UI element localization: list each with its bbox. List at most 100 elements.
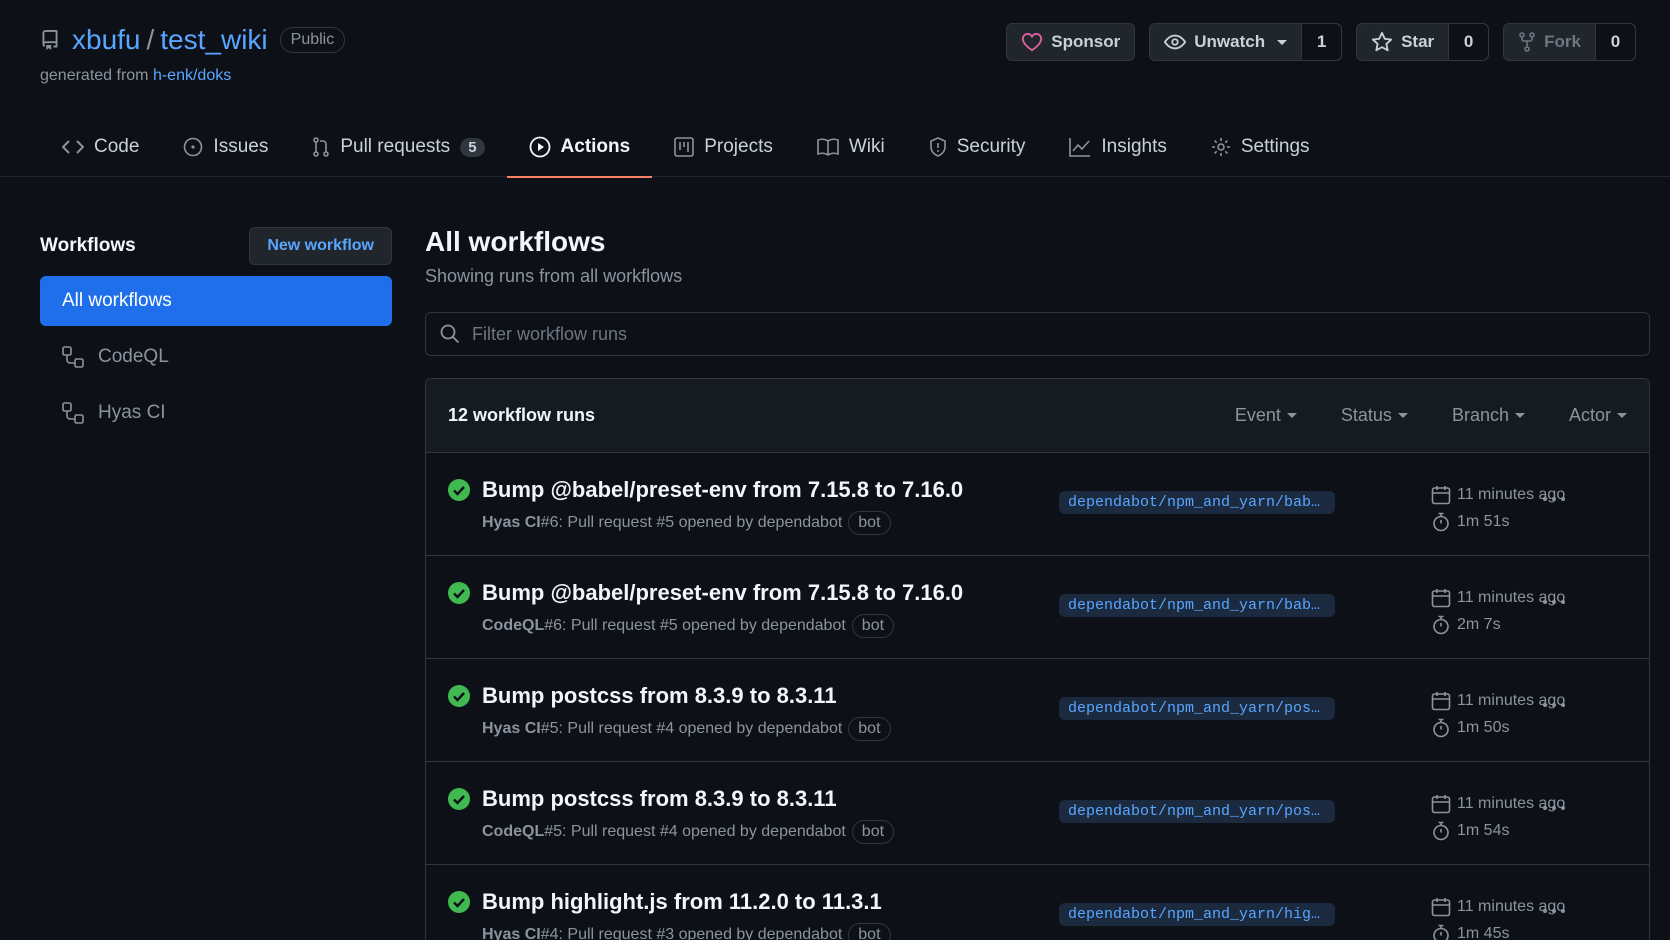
event-filter[interactable]: Event — [1235, 405, 1297, 426]
workflow-run-row[interactable]: Bump postcss from 8.3.9 to 8.3.11 CodeQL… — [426, 762, 1649, 865]
tab-settings[interactable]: Settings — [1189, 117, 1332, 177]
shield-icon — [929, 137, 946, 157]
run-meta: Hyas CI #5: Pull request #4 opened by de… — [482, 717, 891, 741]
repo-title: xbufu / test_wiki Public — [40, 24, 346, 56]
star-label: Star — [1401, 32, 1435, 51]
run-detail: #6: Pull request #5 opened by dependabot — [544, 617, 846, 634]
chevron-down-icon — [1286, 413, 1297, 418]
workflows-sidebar: Workflows New workflow All workflows Cod… — [40, 226, 392, 438]
star-button[interactable]: Star 0 — [1356, 23, 1490, 61]
tab-actions[interactable]: Actions — [506, 117, 653, 178]
repo-action-buttons: Sponsor Unwatch 1 Star 0 Fork 0 — [1006, 23, 1636, 61]
sponsor-button[interactable]: Sponsor — [1006, 23, 1136, 61]
bot-badge: bot — [848, 717, 891, 741]
run-title-link[interactable]: Bump @babel/preset-env from 7.15.8 to 7.… — [482, 477, 963, 503]
sidebar-item-codeql[interactable]: CodeQL — [40, 332, 392, 382]
repo-owner-link[interactable]: xbufu — [72, 24, 141, 56]
branch-label[interactable]: dependabot/npm_and_yarn/hig… — [1059, 903, 1335, 926]
workflow-run-row[interactable]: Bump postcss from 8.3.9 to 8.3.11 Hyas C… — [426, 659, 1649, 762]
run-title-link[interactable]: Bump postcss from 8.3.9 to 8.3.11 — [482, 683, 837, 709]
stopwatch-icon — [1433, 718, 1449, 737]
bot-badge: bot — [851, 614, 895, 638]
runs-list: 12 workflow runs Event Status Branch Act… — [425, 378, 1650, 940]
branch-label[interactable]: dependabot/npm_and_yarn/bab… — [1059, 491, 1335, 514]
run-duration: 1m 51s — [1457, 512, 1510, 530]
gear-icon — [1211, 138, 1230, 156]
sidebar-item-all-workflows[interactable]: All workflows — [40, 276, 392, 326]
repo-icon — [42, 30, 58, 50]
fork-button[interactable]: Fork 0 — [1503, 23, 1636, 61]
page-title: All workflows — [425, 226, 606, 257]
run-title-link[interactable]: Bump highlight.js from 11.2.0 to 11.3.1 — [482, 889, 882, 915]
tab-code-label: Code — [94, 136, 140, 157]
star-count[interactable]: 0 — [1448, 24, 1489, 60]
tab-insights-label: Insights — [1101, 136, 1167, 157]
run-meta: Hyas CI #6: Pull request #5 opened by de… — [482, 511, 891, 535]
run-duration: 1m 54s — [1457, 821, 1510, 839]
run-meta: CodeQL #6: Pull request #5 opened by dep… — [482, 614, 895, 638]
filter-runs-input[interactable] — [472, 323, 1649, 345]
tab-projects-label: Projects — [704, 136, 773, 157]
eye-icon — [1164, 34, 1187, 50]
status-filter[interactable]: Status — [1341, 405, 1408, 426]
tab-pull-requests[interactable]: Pull requests 5 — [290, 117, 506, 177]
tab-security[interactable]: Security — [907, 117, 1048, 177]
branch-label[interactable]: dependabot/npm_and_yarn/pos… — [1059, 800, 1335, 823]
tab-wiki[interactable]: Wiki — [795, 117, 907, 177]
workflow-run-row[interactable]: Bump @babel/preset-env from 7.15.8 to 7.… — [426, 556, 1649, 659]
more-options-icon[interactable] — [1541, 489, 1567, 509]
tab-issues[interactable]: Issues — [161, 117, 290, 177]
sidebar-header: Workflows New workflow — [40, 226, 392, 266]
run-duration: 2m 7s — [1457, 615, 1501, 633]
more-options-icon[interactable] — [1541, 695, 1567, 715]
new-workflow-button[interactable]: New workflow — [249, 227, 392, 265]
filter-label: Actor — [1568, 405, 1611, 425]
tab-pull-requests-label: Pull requests — [340, 136, 451, 157]
run-workflow-name: Hyas CI — [482, 720, 541, 737]
more-options-icon[interactable] — [1541, 592, 1567, 612]
sidebar-item-hyas-ci[interactable]: Hyas CI — [40, 388, 392, 438]
unwatch-button[interactable]: Unwatch 1 — [1149, 23, 1343, 61]
sidebar-title: Workflows — [40, 235, 136, 256]
repo-separator: / — [146, 24, 155, 55]
graph-icon — [1069, 138, 1091, 157]
workflow-icon — [62, 346, 84, 368]
run-detail: #5: Pull request #4 opened by dependabot — [540, 720, 843, 737]
run-detail: #5: Pull request #4 opened by dependabot — [544, 823, 846, 840]
branch-filter[interactable]: Branch — [1452, 405, 1525, 426]
success-check-icon — [448, 788, 470, 810]
unwatch-label: Unwatch — [1194, 32, 1266, 51]
filter-label: Status — [1340, 405, 1392, 425]
workflow-icon — [62, 402, 84, 424]
repo-name-link[interactable]: test_wiki — [160, 24, 267, 56]
tab-projects[interactable]: Projects — [652, 117, 795, 177]
tab-insights[interactable]: Insights — [1047, 117, 1188, 177]
tab-wiki-label: Wiki — [848, 136, 885, 157]
more-options-icon[interactable] — [1541, 901, 1567, 921]
calendar-icon — [1431, 897, 1451, 916]
more-options-icon[interactable] — [1541, 798, 1567, 818]
success-check-icon — [448, 891, 470, 913]
tab-issues-label: Issues — [213, 136, 269, 157]
heart-icon — [1022, 33, 1043, 52]
run-title-link[interactable]: Bump postcss from 8.3.9 to 8.3.11 — [482, 786, 837, 812]
chevron-down-icon — [1397, 413, 1408, 418]
branch-label[interactable]: dependabot/npm_and_yarn/bab… — [1059, 594, 1335, 617]
stopwatch-icon — [1433, 512, 1449, 531]
sidebar-item-label: CodeQL — [98, 346, 169, 367]
watch-count[interactable]: 1 — [1301, 24, 1342, 60]
page-subtitle: Showing runs from all workflows — [425, 266, 683, 286]
template-repo-link[interactable]: h-enk/doks — [153, 67, 231, 84]
fork-count[interactable]: 0 — [1595, 24, 1635, 60]
run-workflow-name: CodeQL — [482, 617, 545, 634]
workflow-run-row[interactable]: Bump highlight.js from 11.2.0 to 11.3.1 … — [426, 865, 1649, 940]
pull-requests-count: 5 — [460, 137, 485, 157]
tab-code[interactable]: Code — [40, 117, 161, 177]
run-title-link[interactable]: Bump @babel/preset-env from 7.15.8 to 7.… — [482, 580, 963, 606]
workflow-run-row[interactable]: Bump @babel/preset-env from 7.15.8 to 7.… — [426, 453, 1649, 556]
branch-label[interactable]: dependabot/npm_and_yarn/pos… — [1059, 697, 1335, 720]
filter-box — [425, 312, 1650, 356]
issue-icon — [184, 137, 203, 157]
stopwatch-icon — [1433, 821, 1449, 840]
actor-filter[interactable]: Actor — [1569, 405, 1627, 426]
